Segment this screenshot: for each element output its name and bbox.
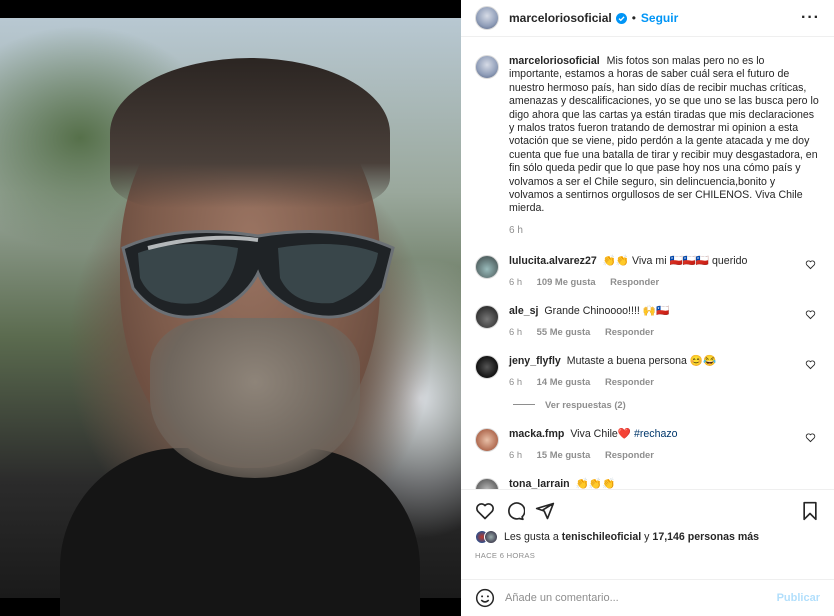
publish-button[interactable]: Publicar [777,592,820,604]
post-photo[interactable] [0,0,461,616]
comment-time: 6 h [509,276,523,288]
comment-text: Viva Chile❤️ [570,428,632,441]
emoji-icon[interactable] [475,588,495,608]
comment-item: macka.fmp Viva Chile❤️ #rechazo 6 h 15 M… [475,428,820,460]
comment-likes[interactable]: 109 Me gusta [537,276,596,287]
likes-middle: y [644,531,650,543]
photo-hair [110,58,390,208]
comment-likes[interactable]: 15 Me gusta [537,449,591,460]
comment-item: jeny_flyfly Mutaste a buena persona 😊😂 6… [475,355,820,387]
comment-time: 6 h [509,376,523,388]
author-username[interactable]: marceloriosoficial [509,11,612,25]
comment-avatar[interactable] [475,305,499,330]
caption-avatar[interactable] [475,55,499,79]
comment-avatar[interactable] [475,478,499,489]
view-replies-label[interactable]: Ver respuestas (2) [545,399,626,410]
post-actions: Les gusta a tenischileoficial y 17,146 p… [461,489,834,579]
post-image [0,18,461,616]
add-comment-bar: Publicar [461,579,834,616]
verified-badge-icon [615,12,627,24]
photo-beard [150,318,360,478]
reply-button[interactable]: Responder [605,326,654,337]
comment-time: 6 h [509,449,523,461]
save-bookmark-icon[interactable] [800,501,820,521]
reply-button[interactable]: Responder [605,376,654,387]
more-options-icon[interactable]: ··· [801,9,820,27]
caption-text: Mis fotos son malas pero no es lo import… [509,55,819,215]
comment-avatar[interactable] [475,255,499,280]
photo-sunglasses [121,230,395,319]
comment-text: Grande Chinoooo!!!! 🙌🇨🇱 [544,305,670,318]
reply-button[interactable]: Responder [605,449,654,460]
post-timestamp: HACE 6 HORAS [475,551,536,560]
post-panel: marceloriosoficial • Seguir ··· marcelor… [461,0,834,616]
follow-button[interactable]: Seguir [641,11,678,25]
comment-likes[interactable]: 55 Me gusta [537,326,591,337]
comment-username[interactable]: lulucita.alvarez27 [509,255,597,267]
reply-button[interactable]: Responder [610,276,659,287]
liker-username[interactable]: tenischileoficial [562,531,641,543]
comment-avatar[interactable] [475,428,499,453]
like-comment-heart-icon[interactable] [805,309,816,320]
likes-summary: Les gusta a tenischileoficial y 17,146 p… [475,530,820,544]
comment-username[interactable]: tona_larrain [509,478,570,489]
like-comment-heart-icon[interactable] [805,359,816,370]
comment-time: 6 h [509,326,523,338]
comment-hashtag[interactable]: #rechazo [634,428,678,440]
view-replies-button[interactable]: Ver respuestas (2) [513,399,820,410]
comment-text: 👏👏👏 [575,478,616,489]
post-caption: marceloriosoficial Mis fotos son malas p… [475,55,820,237]
author-avatar[interactable] [475,6,499,30]
comment-likes[interactable]: 14 Me gusta [537,376,591,387]
comment-avatar[interactable] [475,355,499,380]
comment-text: Mutaste a buena persona 😊😂 [566,355,717,368]
replies-divider [513,404,535,406]
comment-item: lulucita.alvarez27 👏👏 Viva mi 🇨🇱🇨🇱🇨🇱 que… [475,255,820,287]
like-comment-heart-icon[interactable] [805,259,816,270]
comment-bubble-icon[interactable] [505,501,525,521]
likes-count[interactable]: 17,146 personas más [652,531,759,543]
liker-avatar[interactable] [484,530,498,544]
comment-text: 👏👏 Viva mi 🇨🇱🇨🇱🇨🇱 querido [602,255,748,268]
comment-input[interactable] [505,592,777,604]
comment-item: ale_sj Grande Chinoooo!!!! 🙌🇨🇱 6 h 55 Me… [475,305,820,337]
post-header: marceloriosoficial • Seguir ··· [461,0,834,37]
caption-username[interactable]: marceloriosoficial [509,55,600,67]
comment-item: tona_larrain 👏👏👏 [475,478,820,489]
comment-username[interactable]: macka.fmp [509,428,564,440]
comment-username[interactable]: jeny_flyfly [509,355,561,367]
likes-prefix: Les gusta a [504,531,559,543]
caption-time: 6 h [509,224,523,236]
comments-scroll[interactable]: marceloriosoficial Mis fotos son malas p… [461,37,834,489]
separator-dot: • [631,11,636,25]
like-heart-icon[interactable] [475,501,495,521]
like-comment-heart-icon[interactable] [805,432,816,443]
comment-username[interactable]: ale_sj [509,305,538,317]
share-paper-plane-icon[interactable] [535,501,555,521]
